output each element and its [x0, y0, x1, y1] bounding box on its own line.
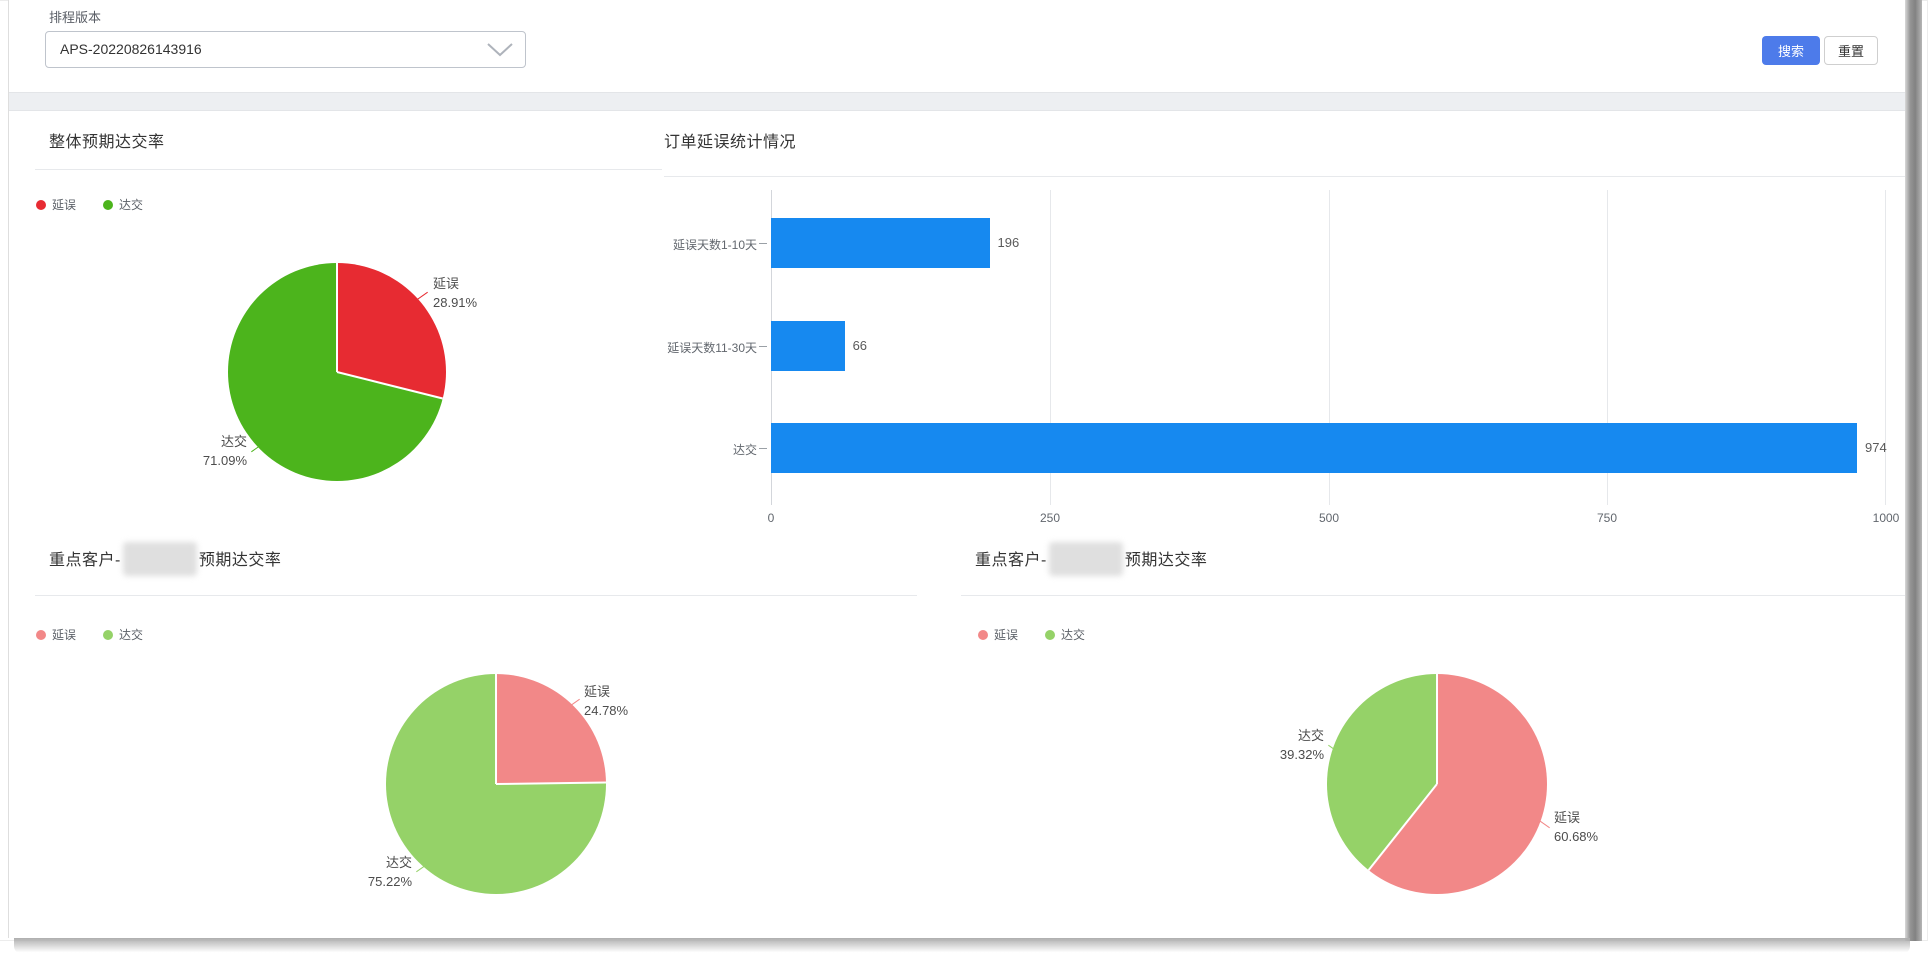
reset-button[interactable]: 重置 [1824, 36, 1878, 65]
window-right-edge [1905, 0, 1922, 941]
legend-item-delay[interactable]: 延误 [36, 196, 76, 213]
legend: 延误 达交 [36, 196, 170, 213]
legend: 延误 达交 [36, 626, 170, 643]
legend-dot-deliver [103, 630, 113, 640]
legend-label: 达交 [119, 626, 143, 643]
x-tick-label: 500 [1299, 511, 1359, 525]
chevron-down-icon [487, 43, 513, 57]
slice-label-delay: 延误 60.68% [1554, 808, 1598, 846]
legend-label: 达交 [1061, 626, 1085, 643]
chart-title: 整体预期达交率 [49, 128, 165, 152]
window-bottom-shadow [14, 938, 1910, 954]
slice-label-deliver: 达交 71.09% [167, 432, 247, 470]
legend-item-delay[interactable]: 延误 [978, 626, 1018, 643]
x-tick-label: 0 [741, 511, 801, 525]
select-value: APS-20220826143916 [60, 32, 202, 67]
axis-tick [759, 346, 767, 347]
slice-label-deliver: 达交 39.32% [1244, 726, 1324, 764]
bar-row: 974 [771, 423, 1886, 473]
chart-title: 订单延误统计情况 [664, 128, 796, 152]
schedule-version-label: 排程版本 [49, 7, 101, 26]
bar-value: 974 [1865, 423, 1887, 473]
dashboard-window: 排程版本 APS-20220826143916 搜索 重置 整体预期达交率 延误… [0, 0, 1928, 967]
divider [664, 176, 1912, 177]
bar-delay-1-10[interactable] [771, 218, 990, 268]
chart-title: 重点客户-预期达交率 [975, 542, 1207, 576]
legend-label: 延误 [52, 196, 76, 213]
legend-label: 达交 [119, 196, 143, 213]
legend-dot-deliver [103, 200, 113, 210]
slice-label-deliver: 达交 75.22% [332, 853, 412, 891]
slice-label-delay: 延误 24.78% [584, 682, 628, 720]
legend-dot-delay [36, 200, 46, 210]
search-button[interactable]: 搜索 [1762, 36, 1820, 65]
category-label: 达交 [609, 441, 757, 458]
redacted-customer-name [1049, 542, 1123, 576]
slice-label-delay: 延误 28.91% [433, 274, 477, 312]
dashboard-page: 排程版本 APS-20220826143916 搜索 重置 整体预期达交率 延误… [8, 0, 1905, 938]
pie-chart-overall[interactable] [228, 263, 446, 481]
axis-tick [759, 448, 767, 449]
bar-value: 66 [853, 321, 867, 371]
bar-delay-11-30[interactable] [771, 321, 845, 371]
legend-dot-delay [978, 630, 988, 640]
legend-item-deliver[interactable]: 达交 [1045, 626, 1085, 643]
x-tick-label: 750 [1577, 511, 1637, 525]
section-divider-band [9, 92, 1906, 111]
legend-dot-delay [36, 630, 46, 640]
redacted-customer-name [123, 542, 197, 576]
category-label: 延误天数1-10天 [609, 236, 757, 253]
legend-item-deliver[interactable]: 达交 [103, 626, 143, 643]
schedule-version-select[interactable]: APS-20220826143916 [45, 31, 526, 68]
bar-row: 196 [771, 218, 1886, 268]
legend-item-delay[interactable]: 延误 [36, 626, 76, 643]
bar-value: 196 [998, 218, 1020, 268]
pie-chart-customer-2[interactable] [1327, 674, 1547, 894]
chart-title: 重点客户-预期达交率 [49, 542, 281, 576]
legend-label: 延误 [994, 626, 1018, 643]
bar-row: 66 [771, 321, 1886, 371]
bar-delivered[interactable] [771, 423, 1857, 473]
divider [35, 595, 917, 596]
bar-chart: 196 66 974 [771, 190, 1886, 505]
divider [961, 595, 1912, 596]
x-tick-label: 250 [1020, 511, 1080, 525]
legend: 延误 达交 [978, 626, 1112, 643]
axis-tick [759, 243, 767, 244]
category-label: 延误天数11-30天 [609, 339, 757, 356]
legend-dot-deliver [1045, 630, 1055, 640]
pie-chart-customer-1[interactable] [386, 674, 606, 894]
legend-label: 延误 [52, 626, 76, 643]
legend-item-deliver[interactable]: 达交 [103, 196, 143, 213]
divider [35, 169, 662, 170]
